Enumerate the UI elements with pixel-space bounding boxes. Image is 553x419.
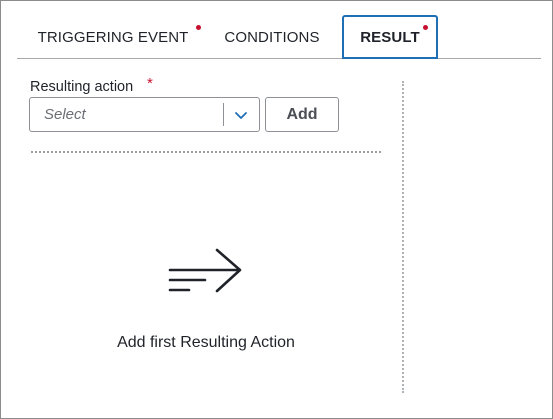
- required-dot-icon: [196, 25, 201, 30]
- resulting-action-label: Resulting action: [30, 79, 134, 95]
- tab-triggering-event-label: TRIGGERING EVENT: [37, 28, 189, 46]
- select-divider: [223, 103, 224, 126]
- tab-triggering-event[interactable]: TRIGGERING EVENT: [25, 15, 201, 59]
- tab-result-label: RESULT: [360, 29, 420, 46]
- required-dot-icon: [423, 25, 428, 30]
- tab-bar: TRIGGERING EVENT CONDITIONS RESULT: [17, 15, 541, 59]
- tab-conditions[interactable]: CONDITIONS: [217, 15, 327, 59]
- section-divider: [31, 151, 381, 153]
- empty-state-message: Add first Resulting Action: [117, 334, 295, 351]
- tab-result[interactable]: RESULT: [342, 15, 438, 59]
- resulting-action-select[interactable]: Select: [29, 97, 260, 132]
- tab-conditions-label: CONDITIONS: [224, 28, 320, 46]
- panel-frame: TRIGGERING EVENT CONDITIONS RESULT Resul…: [0, 0, 553, 419]
- select-placeholder: Select: [44, 106, 86, 123]
- arrow-right-lines-icon: [168, 248, 242, 293]
- chevron-down-icon[interactable]: [234, 108, 248, 122]
- add-button[interactable]: Add: [265, 97, 339, 132]
- required-marker: *: [147, 75, 153, 92]
